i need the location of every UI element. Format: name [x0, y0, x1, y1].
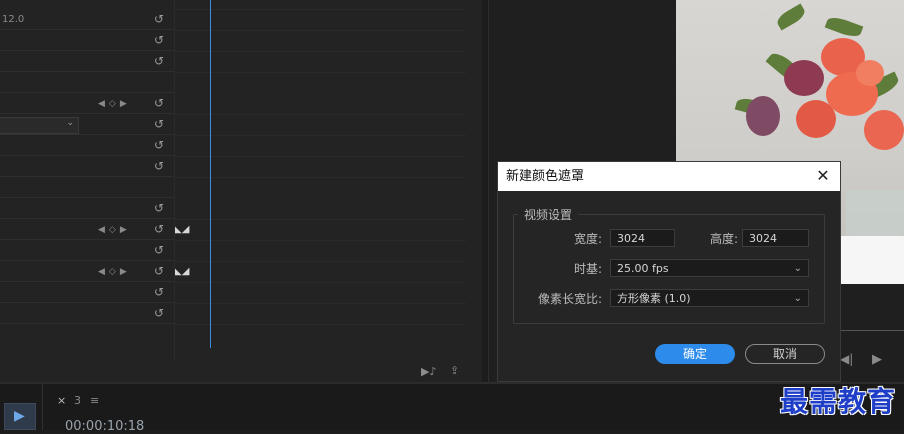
property-row: [0, 72, 174, 93]
reset-icon[interactable]: ↺: [152, 117, 166, 131]
property-row: [0, 30, 174, 51]
reset-icon[interactable]: ↺: [152, 33, 166, 47]
timeline-ruler[interactable]: [838, 322, 904, 331]
dialog-title: 新建颜色遮罩: [506, 169, 585, 184]
keyframe-nav-icon[interactable]: ◀◇▶: [98, 224, 142, 236]
property-row: [0, 198, 174, 219]
step-back-icon[interactable]: ◀|: [840, 352, 853, 366]
height-field[interactable]: 3024: [742, 229, 809, 247]
chevron-down-icon: ⌄: [793, 293, 802, 304]
property-row: [0, 51, 174, 72]
property-row: [0, 261, 174, 282]
timebase-value: 25.00 fps: [617, 262, 669, 275]
property-row: [0, 9, 174, 30]
play-icon[interactable]: ▶: [872, 352, 882, 367]
tab-menu-icon[interactable]: ≡: [90, 394, 99, 407]
property-dropdown[interactable]: ⌄: [0, 117, 79, 134]
timecode[interactable]: 00:00:10:18: [65, 419, 144, 434]
reset-icon[interactable]: ↺: [152, 96, 166, 110]
reset-icon[interactable]: ↺: [152, 54, 166, 68]
audio-filter-icon[interactable]: ▶♪: [421, 365, 436, 378]
property-row: [0, 93, 174, 114]
cancel-button[interactable]: 取消: [745, 344, 825, 364]
selection-tool-button[interactable]: ▶: [4, 403, 36, 430]
timeline-panel: × 3 ≡ 00:00:10:18: [0, 382, 904, 434]
pixel-aspect-value: 方形像素 (1.0): [617, 292, 691, 305]
reset-icon[interactable]: ↺: [152, 159, 166, 173]
watermark: 最需教育: [780, 385, 897, 418]
property-row: [0, 156, 174, 177]
chevron-down-icon: ⌄: [66, 118, 74, 128]
tab-close[interactable]: ×: [57, 394, 66, 407]
close-icon[interactable]: ✕: [814, 167, 832, 185]
export-icon[interactable]: ⇪: [450, 364, 459, 377]
group-label: 视频设置: [518, 206, 579, 223]
tab-sequence[interactable]: 3: [74, 394, 81, 407]
pixel-aspect-label: 像素长宽比:: [537, 292, 602, 306]
dialog-title-bar: 新建颜色遮罩 ✕: [498, 162, 840, 191]
reset-icon[interactable]: ↺: [152, 201, 166, 215]
property-row: [0, 177, 174, 198]
timebase-label: 时基:: [573, 262, 602, 276]
ok-button[interactable]: 确定: [655, 344, 735, 364]
width-label: 宽度:: [573, 232, 602, 246]
keyframe-nav-icon[interactable]: ◀◇▶: [98, 98, 142, 110]
playhead[interactable]: [210, 0, 211, 348]
keyframe-marker-icon[interactable]: ◣◢: [174, 266, 200, 278]
keyframe-marker-icon[interactable]: ◣◢: [174, 224, 200, 236]
width-field[interactable]: 3024: [610, 229, 675, 247]
keyframe-nav-icon[interactable]: ◀◇▶: [98, 266, 142, 278]
chevron-down-icon: ⌄: [793, 263, 802, 274]
property-row: [0, 240, 174, 261]
reset-icon[interactable]: ↺: [152, 138, 166, 152]
pixel-aspect-select[interactable]: 方形像素 (1.0) ⌄: [610, 289, 809, 307]
reset-icon[interactable]: ↺: [152, 285, 166, 299]
reset-icon[interactable]: ↺: [152, 264, 166, 278]
property-row: [0, 324, 174, 360]
property-row: [0, 282, 174, 303]
selection-arrow-icon: ▶: [14, 408, 25, 424]
reset-icon[interactable]: ↺: [152, 306, 166, 320]
property-row: [0, 303, 174, 324]
new-color-matte-dialog: 新建颜色遮罩 ✕ 视频设置 宽度: 3024 高度: 3024 时基: 25.0…: [497, 161, 841, 382]
reset-icon[interactable]: ↺: [152, 222, 166, 236]
panel-divider: [174, 0, 175, 360]
reset-icon[interactable]: ↺: [152, 12, 166, 26]
height-label: 高度:: [709, 232, 738, 246]
property-row: [0, 135, 174, 156]
effect-controls-panel: 12.0 ⌄ ↺ ↺ ↺ ↺ ↺ ↺ ↺ ↺ ↺ ↺ ↺ ↺ ↺ ◀◇▶ ◀◇▶…: [0, 0, 482, 382]
reset-icon[interactable]: ↺: [152, 243, 166, 257]
property-row: [0, 219, 174, 240]
timebase-select[interactable]: 25.00 fps ⌄: [610, 259, 809, 277]
